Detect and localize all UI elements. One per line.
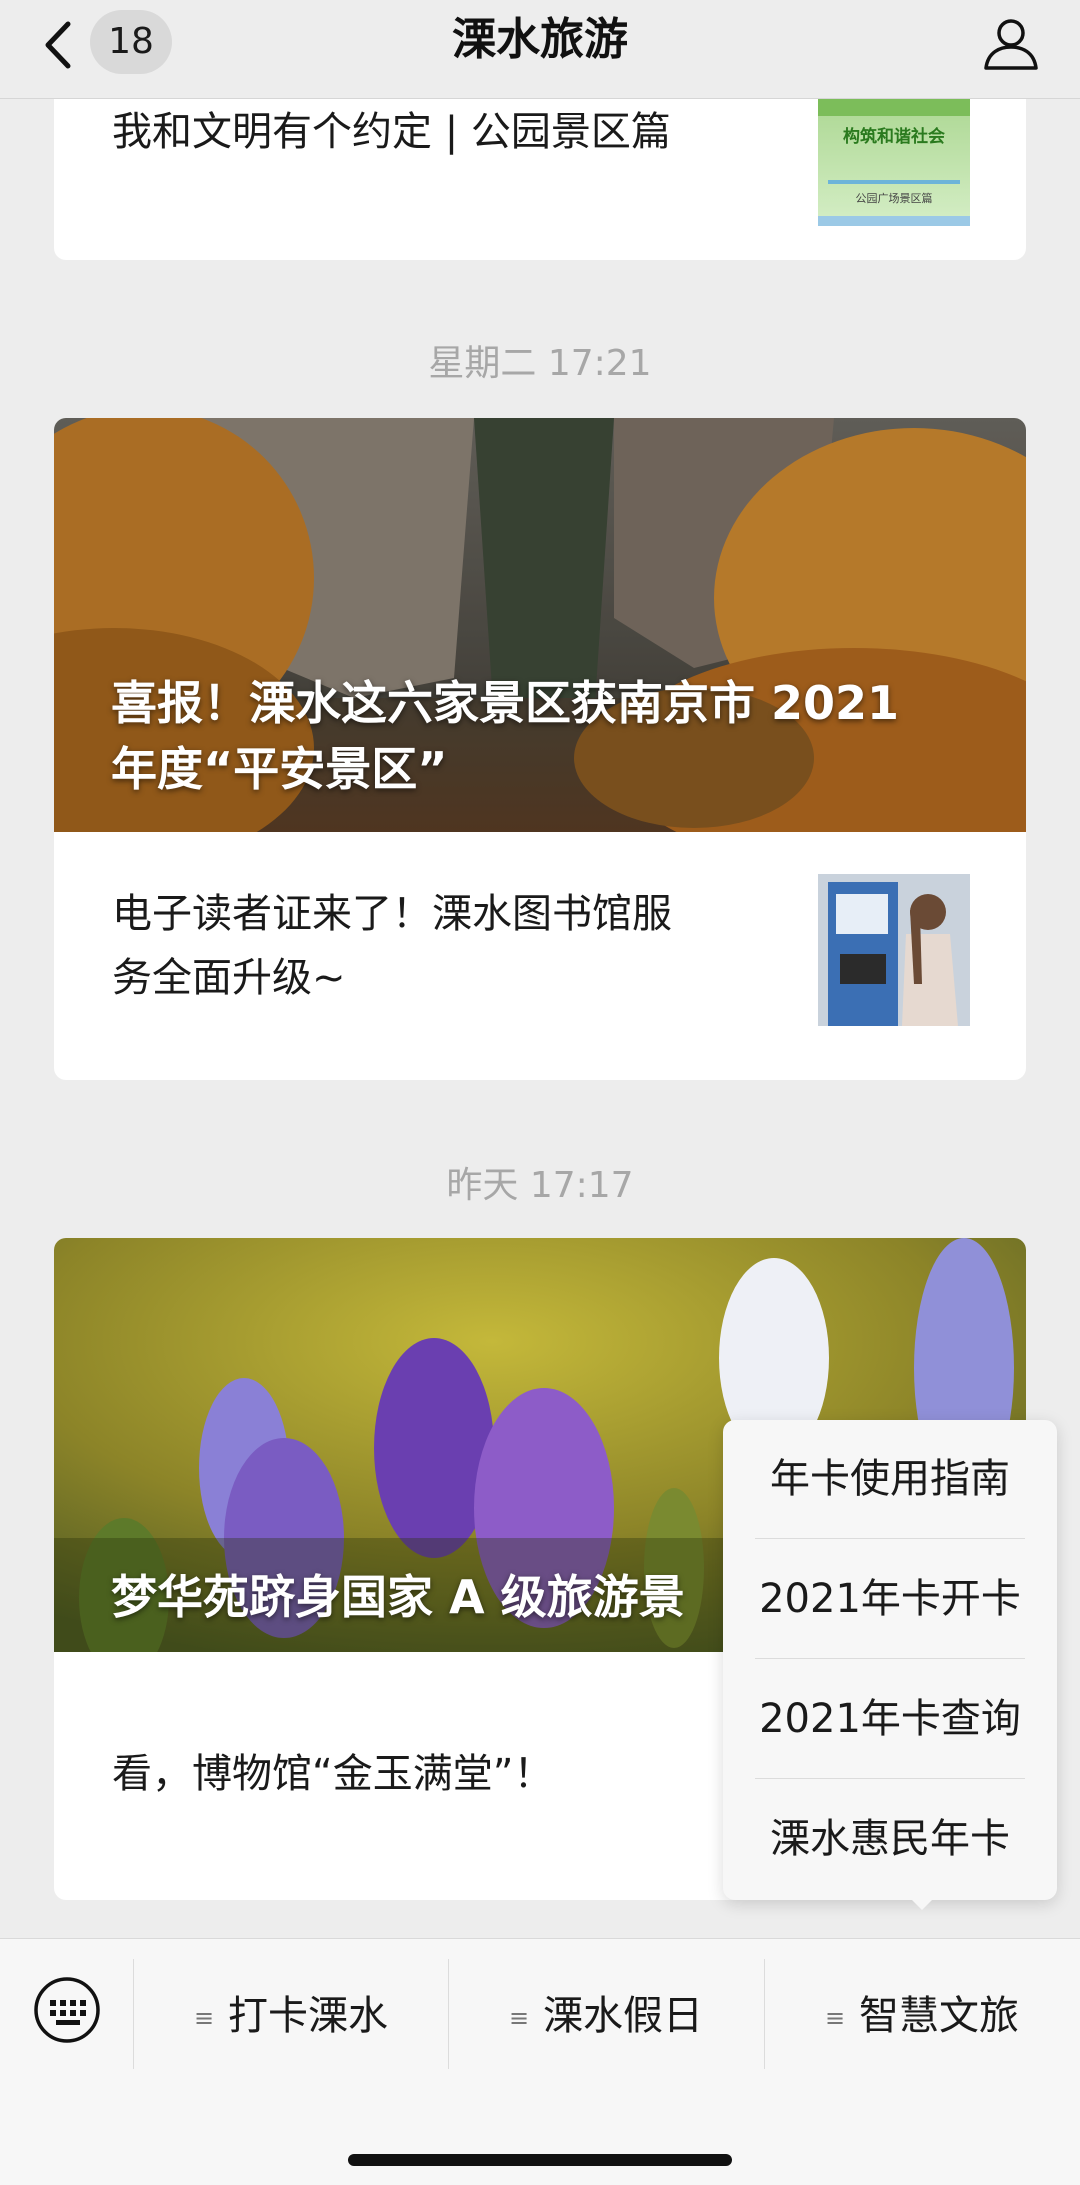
article-title-line: 务全面升级~ — [112, 955, 346, 1001]
menu-lines-icon: ≡ — [824, 2004, 846, 2032]
divider — [755, 1778, 1025, 1779]
cover-title[interactable]: 喜报！溧水这六家景区获南京市 2021 年度“平安景区” — [111, 670, 981, 802]
menu-lines-icon: ≡ — [193, 2004, 215, 2032]
page-title: 溧水旅游 — [452, 14, 628, 65]
cover-title-line: 年度“平安景区” — [111, 742, 448, 796]
timestamp: 星期二 17:21 — [428, 343, 652, 384]
thumbnail-caption: 构筑和谐社会 — [843, 127, 945, 147]
person-icon[interactable] — [982, 14, 1040, 72]
menu-item-annual-card-guide[interactable]: 年卡使用指南 — [723, 1420, 1057, 1538]
popup-pointer — [908, 1896, 936, 1910]
menu-item-benefit-card[interactable]: 溧水惠民年卡 — [723, 1780, 1057, 1898]
article-title[interactable]: 电子读者证来了！溧水图书馆服 务全面升级~ — [112, 882, 672, 1010]
article-title[interactable]: 我和文明有个约定 | 公园景区篇 — [112, 100, 671, 164]
menu-tab-checkin[interactable]: ≡ 打卡溧水 — [134, 1939, 448, 2093]
sub-menu-popup: 年卡使用指南 2021年卡开卡 2021年卡查询 溧水惠民年卡 — [723, 1420, 1057, 1900]
article-title-line: 电子读者证来了！溧水图书馆服 — [112, 891, 672, 937]
thumbnail-caption: 公园广场景区篇 — [855, 192, 933, 205]
tab-label: 打卡溧水 — [228, 1993, 389, 2039]
menu-item-open-card[interactable]: 2021年卡开卡 — [723, 1540, 1057, 1658]
tab-label: 智慧文旅 — [859, 1993, 1020, 2039]
article-title[interactable]: 看，博物馆“金玉满堂”！ — [112, 1742, 553, 1806]
top-nav-bar: 18 溧水旅游 — [0, 0, 1080, 99]
bottom-menu-bar: ≡ 打卡溧水 ≡ 溧水假日 ≡ 智慧文旅 — [0, 1938, 1080, 2185]
keyboard-icon[interactable] — [32, 1975, 102, 2045]
divider — [755, 1658, 1025, 1659]
menu-lines-icon: ≡ — [508, 2004, 530, 2032]
divider — [755, 1538, 1025, 1539]
timestamp: 昨天 17:17 — [446, 1165, 634, 1206]
menu-tab-holiday[interactable]: ≡ 溧水假日 — [449, 1939, 763, 2093]
article-thumbnail[interactable] — [818, 874, 970, 1026]
menu-item-card-query[interactable]: 2021年卡查询 — [723, 1660, 1057, 1778]
home-indicator[interactable] — [348, 2154, 732, 2166]
article-card[interactable]: 喜报！溧水这六家景区获南京市 2021 年度“平安景区” 电子读者证来了！溧水图… — [54, 418, 1026, 1080]
menu-tab-smart-tourism[interactable]: ≡ 智慧文旅 — [765, 1939, 1079, 2093]
cover-title-line: 喜报！溧水这六家景区获南京市 2021 — [111, 676, 900, 730]
tab-label: 溧水假日 — [543, 1993, 704, 2039]
article-thumbnail[interactable]: 构筑和谐社会 公园广场景区篇 — [818, 80, 970, 226]
